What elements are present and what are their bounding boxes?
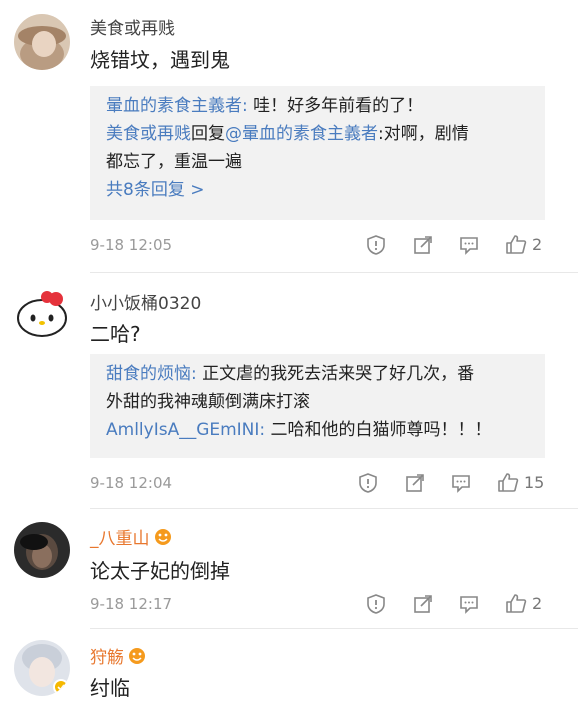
reply-line: 共8条回复 > [106,176,529,204]
comment-time: 9-18 12:05 [90,236,173,254]
like-count: 15 [524,473,545,492]
divider [90,628,578,629]
reply-text: 正文虐的我死去活来哭了好几次，番 [196,364,475,384]
share-icon[interactable] [404,472,426,494]
username[interactable]: 小小饭桶0320 [90,289,201,314]
reply-text: 回复 [191,124,225,144]
vip-badge-icon [129,648,145,664]
report-icon[interactable] [365,234,387,256]
avatar[interactable] [14,285,70,341]
comment-icon[interactable] [458,234,480,256]
username[interactable]: 美食或再贱 [90,14,175,39]
avatar[interactable] [14,14,70,70]
comment-time: 9-18 12:17 [90,595,173,613]
divider [90,508,578,509]
reply-link[interactable]: @暈血的素食主義者 [225,124,378,144]
like-count: 2 [532,235,543,254]
comment-icon[interactable] [450,472,472,494]
username[interactable]: _八重山 [90,524,172,549]
like-count: 2 [532,594,543,613]
reply-line: 都忘了，重温一遍 [106,148,529,176]
like-icon[interactable] [505,592,527,614]
share-icon[interactable] [412,234,434,256]
reply-text: 二哈和他的白猫师尊吗！！！ [265,420,492,440]
reply-link[interactable]: 暈血的素食主義者: [106,96,248,116]
reply-line: 暈血的素食主義者: 哇！好多年前看的了！ [106,92,529,120]
report-icon[interactable] [365,593,387,615]
username[interactable]: 狩觞 [90,643,146,668]
reply-text: :对啊，剧情 [378,124,469,144]
reply-line: AmllyIsA__GEmINI: 二哈和他的白猫师尊吗！！！ [106,416,529,444]
reply-text: 都忘了，重温一遍 [106,152,242,172]
report-icon[interactable] [357,472,379,494]
comment-text: 论太子妃的倒掉 [90,559,230,583]
reply-link[interactable]: 共8条回复 > [106,180,204,200]
comment-icon[interactable] [458,593,480,615]
reply-line: 美食或再贱回复@暈血的素食主義者:对啊，剧情 [106,120,529,148]
avatar[interactable] [14,522,70,578]
reply-line: 甜食的烦恼: 正文虐的我死去活来哭了好几次，番 [106,360,529,388]
reply-link[interactable]: AmllyIsA__GEmINI: [106,420,265,440]
like-icon[interactable] [497,471,519,493]
reply-link[interactable]: 甜食的烦恼: [106,364,197,384]
reply-text: 哇！好多年前看的了！ [247,96,424,116]
reply-line: 外甜的我神魂颠倒满床打滚 [106,388,529,416]
comment-text: 二哈? [90,322,141,346]
comment-time: 9-18 12:04 [90,474,173,492]
reply-text: 外甜的我神魂颠倒满床打滚 [106,392,310,412]
vip-badge-icon [154,529,171,545]
like-icon[interactable] [505,233,527,255]
share-icon[interactable] [412,593,434,615]
reply-link[interactable]: 美食或再贱 [106,124,191,144]
reply-box[interactable]: 甜食的烦恼: 正文虐的我死去活来哭了好几次，番外甜的我神魂颠倒满床打滚 Amlly… [90,354,545,458]
divider [90,272,578,273]
comment-text: 烧错坟，遇到鬼 [90,48,230,72]
reply-box[interactable]: 暈血的素食主義者: 哇！好多年前看的了！ 美食或再贱回复@暈血的素食主義者:对啊，… [90,86,545,220]
avatar[interactable] [14,640,70,696]
